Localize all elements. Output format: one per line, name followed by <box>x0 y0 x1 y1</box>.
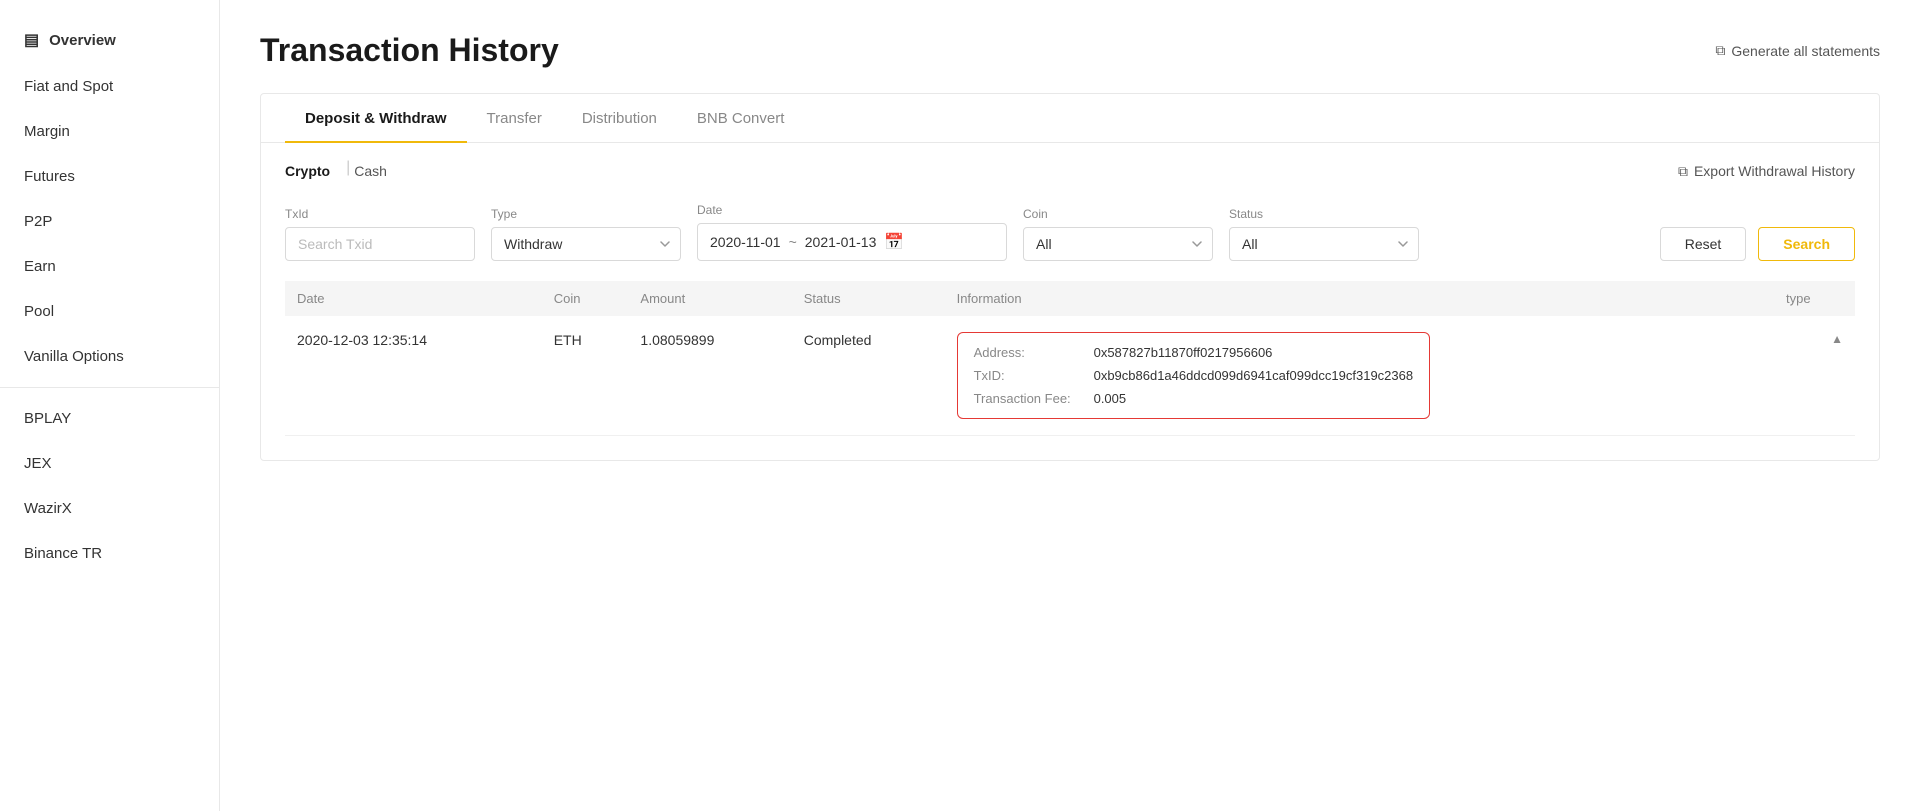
type-filter-group: Type Withdraw Deposit All <box>491 207 681 261</box>
tab-deposit-withdraw[interactable]: Deposit & Withdraw <box>285 94 467 143</box>
sidebar-item-binance-tr[interactable]: Binance TR <box>0 531 219 576</box>
sidebar-item-earn[interactable]: Earn <box>0 244 219 289</box>
search-button[interactable]: Search <box>1758 227 1855 261</box>
info-address-row: Address: 0x587827b11870ff0217956606 <box>974 345 1414 360</box>
table-row: 2020-12-03 12:35:14 ETH 1.08059899 Compl… <box>285 316 1855 436</box>
type-label: Type <box>491 207 681 221</box>
sidebar-item-wazirx[interactable]: WazirX <box>0 486 219 531</box>
date-range-picker[interactable]: 2020-11-01 ~ 2021-01-13 📅 <box>697 223 1007 261</box>
sidebar-item-label: Vanilla Options <box>24 348 124 365</box>
sidebar-item-margin[interactable]: Margin <box>0 109 219 154</box>
tab-bnb-convert[interactable]: BNB Convert <box>677 94 805 143</box>
txid-label: TxId <box>285 207 475 221</box>
cell-amount: 1.08059899 <box>628 316 791 436</box>
sidebar-item-label: Margin <box>24 123 70 140</box>
sidebar-item-label: Pool <box>24 303 54 320</box>
sidebar-item-label: Earn <box>24 258 56 275</box>
fee-label: Transaction Fee: <box>974 391 1094 406</box>
coin-label: Coin <box>1023 207 1213 221</box>
sidebar-item-label: Fiat and Spot <box>24 78 113 95</box>
status-label: Status <box>1229 207 1419 221</box>
external-link-icon: ⧉ <box>1715 42 1725 59</box>
cell-date: 2020-12-03 12:35:14 <box>285 316 542 436</box>
export-icon: ⧉ <box>1678 163 1688 180</box>
col-information: Information <box>945 281 1774 316</box>
sidebar-item-label: Binance TR <box>24 545 102 562</box>
info-fee-row: Transaction Fee: 0.005 <box>974 391 1414 406</box>
tab-distribution[interactable]: Distribution <box>562 94 677 143</box>
coin-filter-group: Coin All <box>1023 207 1213 261</box>
address-value: 0x587827b11870ff0217956606 <box>1094 345 1273 360</box>
date-label: Date <box>697 203 1007 217</box>
transaction-table: Date Coin Amount Status Information type… <box>285 281 1855 436</box>
type-select[interactable]: Withdraw Deposit All <box>491 227 681 261</box>
sub-nav-left: Crypto | Cash <box>285 159 399 183</box>
sidebar-item-label: Overview <box>49 32 116 49</box>
table-head: Date Coin Amount Status Information type <box>285 281 1855 316</box>
export-label: Export Withdrawal History <box>1694 163 1855 179</box>
sidebar-item-label: BPLAY <box>24 410 71 427</box>
reset-button[interactable]: Reset <box>1660 227 1747 261</box>
sidebar-item-p2p[interactable]: P2P <box>0 199 219 244</box>
generate-statements-label: Generate all statements <box>1731 43 1880 59</box>
col-coin: Coin <box>542 281 629 316</box>
date-filter-group: Date 2020-11-01 ~ 2021-01-13 📅 <box>697 203 1007 261</box>
sidebar-item-vanilla-options[interactable]: Vanilla Options <box>0 334 219 379</box>
col-status: Status <box>792 281 945 316</box>
txid-input[interactable] <box>285 227 475 261</box>
info-txid-row: TxID: 0xb9cb86d1a46ddcd099d6941caf099dcc… <box>974 368 1414 383</box>
txid-info-label: TxID: <box>974 368 1094 383</box>
tab-bar: Deposit & Withdraw Transfer Distribution… <box>261 94 1879 143</box>
page-title: Transaction History <box>260 32 559 69</box>
sidebar-item-fiat-spot[interactable]: Fiat and Spot <box>0 64 219 109</box>
info-box: Address: 0x587827b11870ff0217956606 TxID… <box>957 332 1431 419</box>
sub-nav-crypto[interactable]: Crypto <box>285 159 342 183</box>
txid-info-value: 0xb9cb86d1a46ddcd099d6941caf099dcc19cf31… <box>1094 368 1414 383</box>
filter-actions: Reset Search <box>1660 227 1855 261</box>
status-filter-group: Status All Completed Pending Failed <box>1229 207 1419 261</box>
sidebar-item-pool[interactable]: Pool <box>0 289 219 334</box>
sidebar-item-label: WazirX <box>24 500 72 517</box>
cell-information: Address: 0x587827b11870ff0217956606 TxID… <box>945 316 1774 436</box>
sidebar-item-bplay[interactable]: BPLAY <box>0 396 219 441</box>
sidebar-item-label: Futures <box>24 168 75 185</box>
sidebar: ▤ Overview Fiat and Spot Margin Futures … <box>0 0 220 811</box>
sidebar-item-label: P2P <box>24 213 52 230</box>
fee-value: 0.005 <box>1094 391 1127 406</box>
table-wrap: Date Coin Amount Status Information type… <box>261 281 1879 460</box>
filters-panel: TxId Type Withdraw Deposit All Date 2020… <box>261 183 1879 281</box>
main-content: Transaction History ⧉ Generate all state… <box>220 0 1920 811</box>
calendar-icon[interactable]: 📅 <box>884 232 904 252</box>
export-withdrawal-history-button[interactable]: ⧉ Export Withdrawal History <box>1678 163 1855 180</box>
cell-sort[interactable]: ▲ <box>1774 316 1855 436</box>
sort-ascending-icon[interactable]: ▲ <box>1831 332 1843 346</box>
tab-transfer[interactable]: Transfer <box>467 94 562 143</box>
sub-nav-cash[interactable]: Cash <box>354 159 399 183</box>
table-body: 2020-12-03 12:35:14 ETH 1.08059899 Compl… <box>285 316 1855 436</box>
txid-filter-group: TxId <box>285 207 475 261</box>
sidebar-item-jex[interactable]: JEX <box>0 441 219 486</box>
date-to: 2021-01-13 <box>805 234 877 250</box>
sidebar-item-futures[interactable]: Futures <box>0 154 219 199</box>
date-from: 2020-11-01 <box>710 234 781 250</box>
col-amount: Amount <box>628 281 791 316</box>
generate-statements-button[interactable]: ⧉ Generate all statements <box>1715 42 1880 59</box>
date-separator: ~ <box>789 234 797 250</box>
sub-nav: Crypto | Cash ⧉ Export Withdrawal Histor… <box>261 143 1879 183</box>
status-select[interactable]: All Completed Pending Failed <box>1229 227 1419 261</box>
cell-status: Completed <box>792 316 945 436</box>
sidebar-item-label: JEX <box>24 455 52 472</box>
cell-coin: ETH <box>542 316 629 436</box>
address-label: Address: <box>974 345 1094 360</box>
coin-select[interactable]: All <box>1023 227 1213 261</box>
col-date: Date <box>285 281 542 316</box>
content-card: Deposit & Withdraw Transfer Distribution… <box>260 93 1880 461</box>
overview-icon: ▤ <box>24 30 39 50</box>
sub-nav-divider: | <box>346 159 350 183</box>
sidebar-item-overview[interactable]: ▤ Overview <box>0 16 219 64</box>
col-type: type <box>1774 281 1855 316</box>
sidebar-divider <box>0 387 219 388</box>
page-header: Transaction History ⧉ Generate all state… <box>260 32 1880 69</box>
